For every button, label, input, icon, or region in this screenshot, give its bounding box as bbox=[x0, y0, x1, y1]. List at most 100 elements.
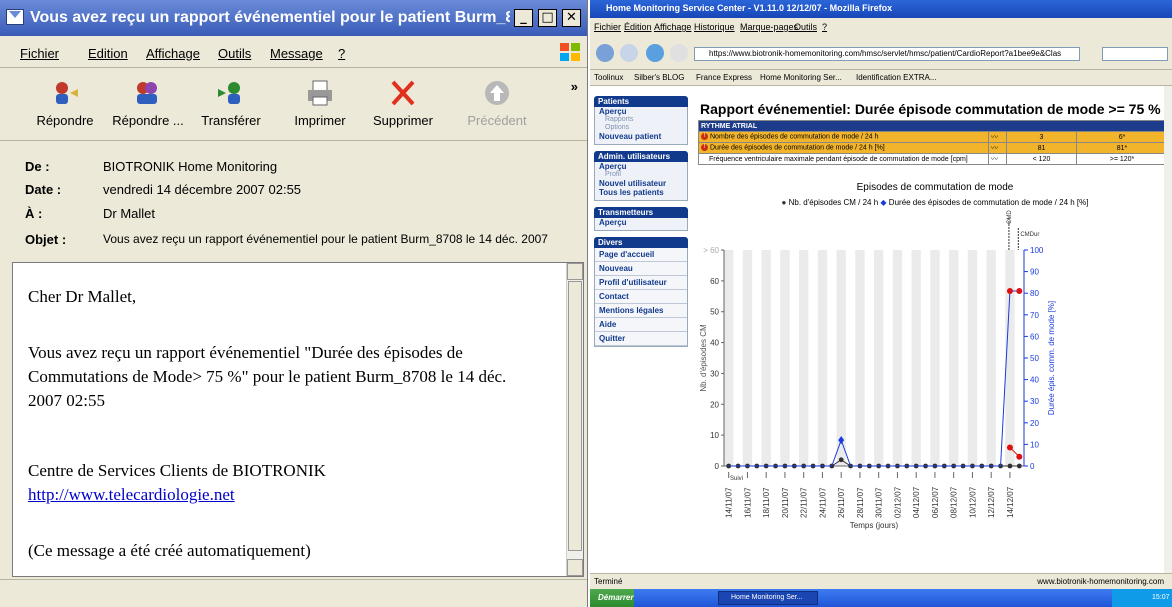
sidebar-item-rapports[interactable]: Rapports bbox=[595, 116, 687, 124]
reload-icon[interactable] bbox=[646, 44, 664, 62]
row-limit: 81* bbox=[1076, 142, 1168, 154]
sidebar-item-profil[interactable]: Profil bbox=[595, 171, 687, 179]
menu-outils[interactable]: Outils bbox=[218, 46, 251, 61]
sidebar-item-page-accueil[interactable]: Page d'accueil bbox=[595, 248, 687, 262]
sidebar-item-quitter[interactable]: Quitter bbox=[595, 332, 687, 346]
menu-affichage[interactable]: Affichage bbox=[146, 46, 200, 61]
ff-menu-edition[interactable]: Édition bbox=[624, 22, 652, 32]
scroll-thumb[interactable] bbox=[568, 281, 582, 551]
table-row: ! Durée des épisodes de commutation de mo… bbox=[698, 142, 1168, 154]
menu-edition[interactable]: Edition bbox=[88, 46, 128, 61]
plot-band bbox=[742, 250, 753, 466]
trend-icon[interactable]: 〰 bbox=[988, 131, 1007, 143]
previous-button[interactable]: Précédent bbox=[462, 75, 532, 137]
plot-band bbox=[930, 250, 940, 466]
sidebar-item-trans-apercu[interactable]: Aperçu bbox=[595, 218, 687, 227]
plot-band bbox=[799, 250, 809, 466]
delete-button[interactable]: Supprimer bbox=[370, 75, 436, 137]
trend-icon[interactable]: 〰 bbox=[988, 142, 1007, 154]
start-button[interactable]: Démarrer bbox=[590, 589, 634, 607]
report-section: RYTHME ATRIAL bbox=[698, 120, 1168, 132]
sidebar-item-mentions[interactable]: Mentions légales bbox=[595, 304, 687, 318]
warning-icon: ! bbox=[701, 144, 708, 152]
sidebar-item-nouveau[interactable]: Nouveau bbox=[595, 262, 687, 276]
sidebar-item-admin-apercu[interactable]: Aperçu bbox=[595, 162, 687, 171]
hmsc-sidebar: Patients Aperçu Rapports Options Nouveau… bbox=[594, 96, 688, 536]
email-titlebar[interactable]: Vous avez reçu un rapport événementiel p… bbox=[0, 0, 587, 36]
ff-menu-help[interactable]: ? bbox=[822, 22, 827, 32]
plot-band bbox=[911, 250, 921, 466]
reply-label: Répondre bbox=[36, 113, 94, 128]
y2-axis-label: Durée épis. comm. de mode [%] bbox=[1047, 301, 1056, 415]
x-tick-label: 04/12/07 bbox=[912, 486, 921, 518]
print-button[interactable]: Imprimer bbox=[290, 75, 350, 137]
message-paragraph: Vous avez reçu un rapport événementiel "… bbox=[28, 343, 507, 410]
windows-logo-icon bbox=[560, 43, 580, 61]
sidebar-item-tous-patients[interactable]: Tous les patients bbox=[595, 188, 687, 197]
bookmark-home-monitoring[interactable]: Home Monitoring Ser... bbox=[760, 73, 842, 82]
scroll-up-arrow[interactable] bbox=[567, 263, 583, 280]
url-bar[interactable]: https://www.biotronik-homemonitoring.com… bbox=[694, 47, 1080, 61]
status-text: Terminé bbox=[594, 577, 623, 586]
taskbar-item-firefox[interactable]: Home Monitoring Ser... bbox=[718, 591, 818, 605]
sidebar-item-aide[interactable]: Aide bbox=[595, 318, 687, 332]
bookmark-identification[interactable]: Identification EXTRA... bbox=[856, 73, 936, 82]
close-button[interactable]: ✕ bbox=[562, 9, 581, 27]
telecardiologie-link[interactable]: http://www.telecardiologie.net bbox=[28, 485, 235, 504]
ff-menu-fichier[interactable]: Fichier bbox=[594, 22, 621, 32]
browser-title: Home Monitoring Service Center - V1.11.0… bbox=[606, 3, 893, 13]
page-scrollbar[interactable] bbox=[1164, 86, 1172, 573]
table-row: ! Nombre des épisodes de commutation de m… bbox=[698, 131, 1168, 143]
sidebar-item-contact[interactable]: Contact bbox=[595, 290, 687, 304]
reply-button[interactable]: Répondre bbox=[30, 75, 100, 137]
home-icon[interactable] bbox=[670, 44, 688, 62]
message-body[interactable]: Cher Dr Mallet, Vous avez reçu un rappor… bbox=[12, 262, 584, 577]
sidebar-item-profil-utilisateur[interactable]: Profil d'utilisateur bbox=[595, 276, 687, 290]
sidebar-item-nouvel-utilisateur[interactable]: Nouvel utilisateur bbox=[595, 179, 687, 188]
sidebar-item-apercu[interactable]: Aperçu bbox=[595, 107, 687, 116]
to-value: Dr Mallet bbox=[103, 206, 156, 221]
x-tick-label: 20/11/07 bbox=[781, 487, 790, 518]
email-statusbar bbox=[0, 579, 587, 607]
minimize-button[interactable]: _ bbox=[514, 9, 533, 27]
trend-icon[interactable]: 〰 bbox=[988, 153, 1007, 165]
sidebar-head-transmetteurs: Transmetteurs bbox=[594, 207, 688, 218]
forward-nav-icon[interactable] bbox=[620, 44, 638, 62]
forward-button[interactable]: Transférer bbox=[196, 75, 266, 137]
maximize-button[interactable]: □ bbox=[538, 9, 557, 27]
menu-message[interactable]: Message bbox=[270, 46, 323, 61]
search-input[interactable] bbox=[1102, 47, 1168, 61]
menu-fichier[interactable]: Fichier bbox=[20, 46, 59, 61]
x-tick-label: 18/11/07 bbox=[762, 487, 771, 518]
scroll-down-arrow[interactable] bbox=[567, 559, 583, 576]
data-point bbox=[1016, 463, 1022, 469]
bookmark-france-express[interactable]: France Express bbox=[696, 73, 752, 82]
message-headers: De : BIOTRONIK Home Monitoring Date : ve… bbox=[0, 141, 587, 261]
plot-band bbox=[892, 250, 903, 466]
row-value: < 120 bbox=[1006, 153, 1077, 165]
x-axis-label: Temps (jours) bbox=[850, 521, 899, 530]
forward-label: Transférer bbox=[201, 113, 261, 128]
sidebar-item-options[interactable]: Options bbox=[595, 124, 687, 132]
ff-menu-marque-pages[interactable]: Marque-pages bbox=[740, 22, 798, 32]
ff-menu-affichage[interactable]: Affichage bbox=[654, 22, 691, 32]
browser-titlebar[interactable]: Home Monitoring Service Center - V1.11.0… bbox=[590, 0, 1172, 18]
y2-tick-label: 90 bbox=[1030, 268, 1039, 277]
ff-menu-outils[interactable]: Outils bbox=[794, 22, 817, 32]
status-domain: www.biotronik-homemonitoring.com bbox=[1037, 577, 1164, 586]
plot-band bbox=[949, 250, 959, 466]
x-tick-label: 12/12/07 bbox=[987, 486, 996, 518]
y-tick-label: 30 bbox=[710, 369, 719, 378]
body-scrollbar[interactable] bbox=[566, 263, 583, 576]
bookmark-silbers-blog[interactable]: Silber's BLOG bbox=[634, 73, 684, 82]
data-point bbox=[1016, 288, 1023, 295]
toolbar-overflow-icon[interactable]: » bbox=[571, 79, 578, 94]
back-icon[interactable] bbox=[596, 44, 614, 62]
menu-help[interactable]: ? bbox=[338, 46, 345, 61]
bookmark-toolinux[interactable]: Toolinux bbox=[594, 73, 623, 82]
sidebar-item-nouveau-patient[interactable]: Nouveau patient bbox=[595, 132, 687, 141]
ff-menu-historique[interactable]: Historique bbox=[694, 22, 735, 32]
reply-all-button[interactable]: Répondre ... bbox=[108, 75, 188, 137]
data-point bbox=[1007, 463, 1013, 469]
legend-duration: Durée des épisodes de commutation de mod… bbox=[888, 198, 1089, 207]
